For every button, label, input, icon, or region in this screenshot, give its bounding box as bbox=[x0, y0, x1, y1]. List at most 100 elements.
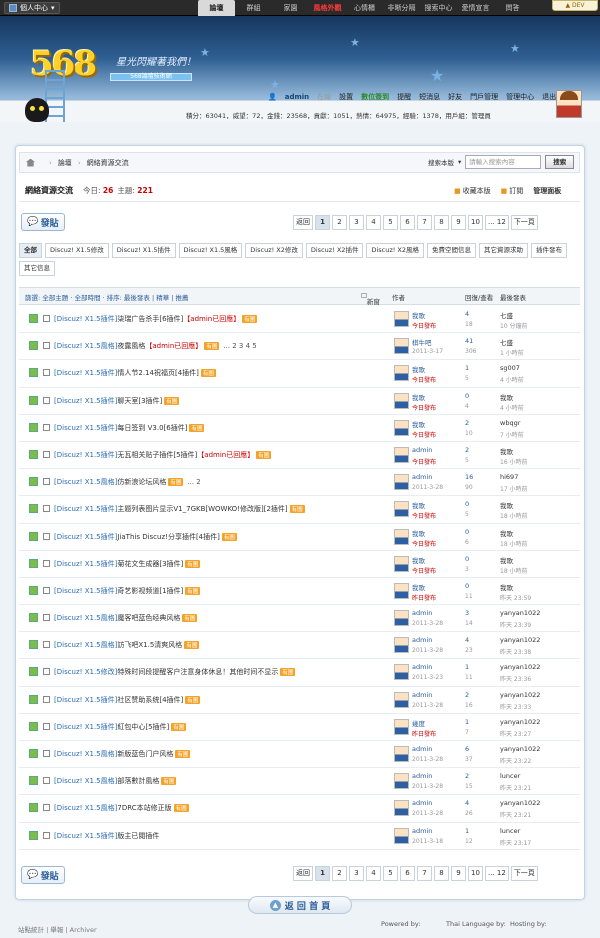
thread-title-link[interactable]: 社区赞助系统[4插件] bbox=[117, 696, 183, 704]
last-poster[interactable]: 我歌 bbox=[500, 446, 513, 456]
thread-title-link[interactable]: 聊天室[3插件] bbox=[117, 397, 162, 405]
thread-title-link[interactable]: 紅包中心[5插件] bbox=[117, 723, 169, 731]
thread-icon[interactable] bbox=[29, 395, 38, 405]
last-poster[interactable]: yanyan1022 bbox=[500, 663, 540, 671]
favorite-forum-link[interactable]: 收藏本版 bbox=[454, 186, 491, 196]
thread-checkbox[interactable] bbox=[43, 722, 50, 730]
category-tag[interactable]: 其它信息 bbox=[19, 261, 55, 276]
thread-checkbox[interactable] bbox=[43, 559, 50, 567]
author-avatar[interactable] bbox=[394, 446, 409, 463]
thread-category[interactable]: [Discuz! X1.5插件] bbox=[54, 424, 117, 432]
thread-category[interactable]: [Discuz! X1.5風格] bbox=[54, 342, 117, 350]
nav-item[interactable]: 搜索中心 bbox=[420, 0, 457, 16]
thread-title-link[interactable]: 主题列表图片显示V1_7GKB[WOWKO!修改版][2插件] bbox=[117, 505, 287, 513]
thread-checkbox[interactable] bbox=[43, 641, 50, 649]
last-poster[interactable]: 我歌 bbox=[500, 392, 513, 402]
author-name[interactable]: admin bbox=[412, 745, 432, 753]
author-name[interactable]: admin bbox=[412, 636, 432, 644]
thread-category[interactable]: [Discuz! X1.5插件] bbox=[54, 505, 117, 513]
thread-category[interactable]: [Discuz! X1.5風格] bbox=[54, 614, 117, 622]
page-number[interactable]: 6 bbox=[400, 866, 415, 881]
page-number[interactable]: 1 bbox=[315, 866, 330, 881]
thread-category[interactable]: [Discuz! X1.5風格] bbox=[54, 750, 117, 758]
author-name[interactable]: admin bbox=[412, 827, 432, 835]
thread-category[interactable]: [Discuz! X1.5插件] bbox=[54, 397, 117, 405]
last-poster[interactable]: sg007 bbox=[500, 364, 520, 372]
author-avatar[interactable] bbox=[394, 637, 409, 654]
thread-icon[interactable] bbox=[29, 721, 38, 731]
thread-category[interactable]: [Discuz! X1.5插件] bbox=[54, 315, 117, 323]
last-poster[interactable]: 我歌 bbox=[500, 555, 513, 565]
page-number[interactable]: 8 bbox=[434, 215, 449, 230]
thread-checkbox[interactable] bbox=[43, 750, 50, 757]
page-number[interactable]: 2 bbox=[332, 866, 347, 881]
author-name[interactable]: 我歌 bbox=[412, 364, 425, 374]
author-avatar[interactable] bbox=[394, 528, 409, 545]
thread-checkbox[interactable] bbox=[43, 396, 50, 404]
nav-item[interactable]: 群組 bbox=[235, 0, 272, 16]
thread-checkbox[interactable] bbox=[43, 695, 50, 703]
author-name[interactable]: 棋牛吧 bbox=[412, 337, 432, 347]
category-tag[interactable]: Discuz! X1.5修改 bbox=[45, 243, 109, 258]
page-number[interactable]: 5 bbox=[383, 215, 398, 230]
thread-checkbox[interactable] bbox=[43, 450, 50, 458]
thread-title-link[interactable]: 情人节2.14祝福页[4插件] bbox=[117, 369, 199, 377]
avatar[interactable] bbox=[556, 90, 582, 118]
category-tag[interactable]: Discuz! X2插件 bbox=[305, 243, 364, 258]
new-post-button-bottom[interactable]: 💬 發貼 bbox=[21, 866, 65, 884]
author-name[interactable]: 我歌 bbox=[412, 555, 425, 565]
thread-checkbox[interactable] bbox=[43, 804, 50, 812]
page-number[interactable]: 4 bbox=[366, 866, 381, 881]
thread-checkbox[interactable] bbox=[43, 777, 50, 785]
pm-link[interactable]: 短消息 bbox=[419, 92, 440, 102]
author-avatar[interactable] bbox=[394, 555, 409, 572]
footer-links[interactable]: 站點統計 | 舉報 | Archiver bbox=[18, 924, 97, 934]
thread-category[interactable]: [Discuz! X1.5風格] bbox=[54, 641, 117, 649]
page-number[interactable]: 3 bbox=[349, 215, 364, 230]
thread-title-link[interactable]: 訪飞吧X1.5清爽风格 bbox=[117, 641, 182, 649]
author-name[interactable]: 我歌 bbox=[412, 528, 425, 538]
author-avatar[interactable] bbox=[394, 419, 409, 436]
nav-item[interactable]: 問答 bbox=[494, 0, 531, 16]
last-poster[interactable]: hi697 bbox=[500, 473, 518, 481]
last-poster[interactable]: yanyan1022 bbox=[500, 799, 540, 807]
thread-title-link[interactable]: 特殊时间段提醒客户注意身体休息！其他时间不显示 bbox=[117, 668, 278, 676]
nav-item[interactable]: 風格外觀 bbox=[309, 0, 346, 16]
author-name[interactable]: admin bbox=[412, 473, 432, 481]
last-poster[interactable]: 七盛 bbox=[500, 337, 513, 347]
thread-icon[interactable] bbox=[29, 341, 38, 351]
author-name[interactable]: admin bbox=[412, 772, 432, 780]
thread-icon[interactable] bbox=[29, 314, 38, 323]
thread-checkbox[interactable] bbox=[43, 668, 50, 676]
category-tag[interactable]: 免費空間信息 bbox=[427, 243, 477, 258]
thread-category[interactable]: [Discuz! X1.5插件] bbox=[54, 723, 117, 731]
page-prev-button[interactable]: 返回 bbox=[293, 215, 313, 230]
category-tag[interactable]: Discuz! X1.5風格 bbox=[178, 243, 243, 258]
thread-icon[interactable] bbox=[29, 667, 38, 677]
thread-icon[interactable] bbox=[29, 477, 38, 487]
nav-item[interactable]: 家園 bbox=[272, 0, 309, 16]
thread-icon[interactable] bbox=[29, 830, 38, 840]
page-number[interactable]: 8 bbox=[434, 866, 449, 881]
nav-item[interactable]: 心情櫃 bbox=[346, 0, 383, 16]
thread-checkbox[interactable] bbox=[43, 342, 50, 350]
author-avatar[interactable] bbox=[394, 392, 409, 409]
category-tag[interactable]: 其它資源求助 bbox=[479, 243, 529, 258]
nav-item[interactable]: 非晰分隔 bbox=[383, 0, 420, 16]
last-poster[interactable]: luncer bbox=[500, 827, 520, 835]
thread-category[interactable]: [Discuz! X1.5插件] bbox=[54, 696, 117, 704]
online-status[interactable]: 在線 bbox=[317, 92, 331, 102]
thread-title-link[interactable]: 夜露風格 bbox=[117, 342, 145, 350]
thread-checkbox[interactable] bbox=[43, 505, 50, 513]
thread-category[interactable]: [Discuz! X1.5插件] bbox=[54, 560, 117, 568]
thread-category[interactable]: [Discuz! X1.5插件] bbox=[54, 832, 117, 840]
admin-panel-link[interactable]: 管理面板 bbox=[533, 186, 561, 196]
thread-title-link[interactable]: 柒瑞广告杀手[6插件] bbox=[117, 315, 183, 323]
author-avatar[interactable] bbox=[394, 311, 409, 327]
thread-checkbox[interactable] bbox=[43, 586, 50, 594]
thread-category[interactable]: [Discuz! X1.5插件] bbox=[54, 451, 117, 459]
username-link[interactable]: admin bbox=[285, 93, 309, 101]
new-window-toggle[interactable]: ☐ 新窗 bbox=[361, 292, 380, 306]
author-avatar[interactable] bbox=[394, 773, 409, 790]
author-name[interactable]: 我歌 bbox=[412, 419, 425, 429]
